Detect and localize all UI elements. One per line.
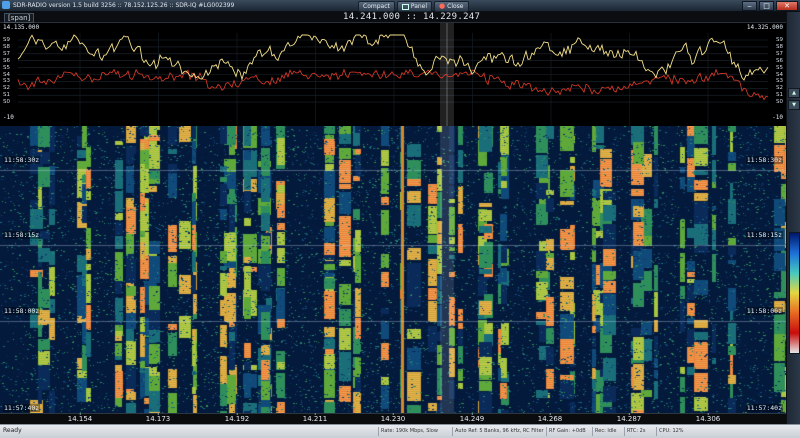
window-title: SDR-RADIO version 1.5 build 3256 :: 78.1… [13,2,235,9]
status-segment: RTC: 2s [624,427,657,436]
app-icon [2,1,10,9]
scale-up-button[interactable]: ▲ [788,88,800,98]
smeter-scale-left: S9 S8 S7 S6 S5 S4 S3 S2 S1 S0 [3,37,10,106]
smeter-label: S4 [776,71,783,78]
waterfall-time-label: 11:58:30z [745,156,783,164]
waterfall-display[interactable]: 11:58:30z 11:58:30z 11:58:15z 11:58:15z … [0,126,786,413]
waterfall-color-scale[interactable] [789,232,800,354]
view-button-group: Compact Panel ● Close [358,0,469,12]
span-selector[interactable]: [span] [4,13,35,23]
smeter-label: S6 [3,57,10,64]
right-control-strip: ▲ ▼ [786,12,800,424]
minimize-button[interactable]: ‒ [742,1,757,11]
axis-tick-label: 14.287 [616,413,642,423]
status-segment: Rec: Idle [592,427,625,436]
status-bar: Ready Rate: 190k Mbps, Slow Auto Ref: 5 … [0,424,800,438]
waterfall-time-label: 11:57:40z [745,404,783,412]
spectrum-left-freq: 14.135.000 [3,24,40,31]
smeter-label: S6 [776,57,783,64]
smeter-label: S5 [776,64,783,71]
window-controls: ‒ □ ✕ [742,1,798,11]
spectrum-grid [18,33,768,126]
status-ready: Ready [3,427,22,434]
smeter-label: S7 [3,50,10,57]
close-icon: ● [439,2,446,10]
axis-tick-label: 14.192 [224,413,250,423]
panel-button-label: Panel [410,3,428,10]
smeter-label: S0 [776,99,783,106]
smeter-label: S8 [776,43,783,50]
spectrum-bottom-right-label: -10 [772,114,783,121]
smeter-label: S1 [776,92,783,99]
axis-tick-label: 14.249 [459,413,485,423]
waterfall-time-label: 11:58:15z [3,231,41,239]
smeter-label: S5 [3,64,10,71]
smeter-label: S0 [3,99,10,106]
spectrum-display[interactable]: 14.135.000 14.325.000 S9 S8 S7 S6 S5 S4 … [0,23,786,127]
title-bar: SDR-RADIO version 1.5 build 3256 :: 78.1… [0,0,800,12]
status-segment: Auto Ref: 5 Banks, 96 kHz, RC Filter [452,427,547,436]
waterfall-time-label: 11:58:15z [745,231,783,239]
compact-button-label: Compact [363,3,390,10]
status-segment: RF Gain: +0dB [546,427,593,436]
spectrum-right-freq: 14.325.000 [746,24,783,31]
smeter-label: S3 [776,78,783,85]
spectrum-plot[interactable] [0,23,786,126]
smeter-label: S2 [776,85,783,92]
close-view-button[interactable]: ● Close [434,1,469,12]
window-close-button[interactable]: ✕ [776,1,798,11]
status-segment: Rate: 190k Mbps, Slow [378,427,453,436]
frequency-readout[interactable]: 14.241.000 :: 14.229.247 [343,12,480,22]
smeter-label: S3 [3,78,10,85]
axis-tick-label: 14.211 [302,413,328,423]
waterfall-time-label: 11:57:40z [3,404,41,412]
axis-tick-label: 14.268 [537,413,563,423]
axis-tick-label: 14.306 [695,413,721,423]
smeter-label: S8 [3,43,10,50]
waterfall-time-label: 11:58:00z [745,307,783,315]
axis-tick-label: 14.173 [145,413,171,423]
status-segment: CPU: 12% [656,427,693,436]
compact-button[interactable]: Compact [358,1,395,12]
maximize-button[interactable]: □ [759,1,774,11]
smeter-label: S7 [776,50,783,57]
smeter-scale-right: S9 S8 S7 S6 S5 S4 S3 S2 S1 S0 [776,37,783,106]
panel-button[interactable]: Panel [396,1,433,12]
waterfall-canvas[interactable] [0,126,786,413]
smeter-label: S1 [3,92,10,99]
waterfall-time-label: 11:58:30z [3,156,41,164]
frequency-bar: [span] 14.241.000 :: 14.229.247 [0,12,786,23]
smeter-label: S2 [3,85,10,92]
smeter-label: S9 [3,37,10,43]
axis-tick-label: 14.154 [67,413,93,423]
panel-icon [401,3,409,10]
axis-tick-label: 14.230 [380,413,406,423]
smeter-label: S9 [776,37,783,43]
smeter-label: S4 [3,71,10,78]
scale-down-button[interactable]: ▼ [788,100,800,110]
spectrum-bottom-left-label: -10 [3,114,14,121]
waterfall-time-label: 11:58:00z [3,307,41,315]
close-view-button-label: Close [447,3,464,10]
